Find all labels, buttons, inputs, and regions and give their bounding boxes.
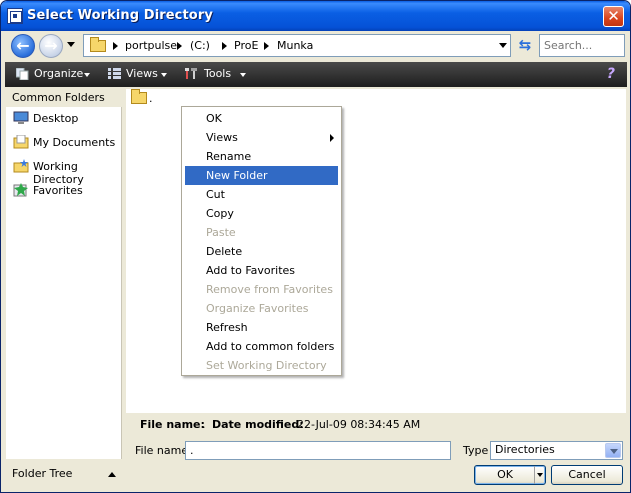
cancel-button[interactable]: Cancel [551, 465, 623, 485]
folder-icon [131, 89, 147, 104]
breadcrumb-proe[interactable]: ProE [234, 39, 258, 52]
help-icon[interactable]: ? [607, 66, 615, 82]
common-folder-favorites[interactable]: Favorites [33, 184, 83, 197]
submenu-arrow-icon [330, 134, 334, 142]
history-dropdown-icon[interactable] [67, 42, 75, 47]
common-folders-header[interactable]: Common Folders [6, 89, 122, 107]
window-title: Select Working Directory [27, 8, 213, 23]
breadcrumb-drive-c[interactable]: (C:) [190, 39, 210, 52]
tools-icon [185, 68, 197, 79]
breadcrumb-munka[interactable]: Munka [277, 39, 313, 52]
ok-dropdown-icon[interactable] [534, 466, 545, 484]
back-button[interactable]: ← [11, 34, 35, 58]
chevron-right-icon[interactable] [113, 42, 118, 50]
menu-item-new-folder[interactable]: New Folder [185, 166, 338, 185]
address-bar[interactable]: portpulse (C:) ProE Munka [83, 34, 511, 57]
file-name-label: File name: [135, 444, 192, 457]
menu-item-cut[interactable]: Cut [185, 185, 338, 204]
favorites-icon [13, 183, 28, 197]
views-menu[interactable]: Views [126, 67, 158, 80]
file-info-bar: File name: . Date modified: 22-Jul-09 08… [126, 415, 626, 435]
refresh-icon: ⇆ [518, 36, 532, 54]
address-toolbar: ← → portpulse (C:) ProE Munka ⇆ [5, 32, 627, 60]
forward-arrow-icon: → [44, 36, 58, 55]
chevron-right-icon[interactable] [222, 42, 227, 50]
title-bar[interactable]: Select Working Directory ✕ [1, 1, 630, 31]
context-menu: OK Views Rename New Folder Cut Copy Past… [181, 106, 342, 376]
working-directory-icon [13, 159, 29, 173]
app-icon [7, 8, 23, 24]
menu-item-refresh[interactable]: Refresh [185, 318, 338, 337]
close-icon: ✕ [607, 7, 620, 25]
menu-item-views[interactable]: Views [185, 128, 338, 147]
my-documents-icon [13, 135, 29, 149]
type-select[interactable]: Directories [490, 441, 623, 460]
menu-item-rename[interactable]: Rename [185, 147, 338, 166]
organize-menu[interactable]: Organize [34, 67, 83, 80]
info-date-modified-label: Date modified: [212, 418, 304, 431]
organize-icon [16, 68, 29, 80]
views-icon [108, 68, 121, 79]
common-folder-my-documents[interactable]: My Documents [33, 136, 115, 149]
breadcrumb-portpulse[interactable]: portpulse [125, 39, 177, 52]
chevron-down-icon[interactable] [605, 443, 621, 458]
file-item[interactable]: . [149, 92, 153, 105]
common-folders-panel: Common Folders Desktop My Documents Work… [6, 89, 122, 459]
menu-item-paste: Paste [206, 226, 236, 239]
info-date-modified-value: 22-Jul-09 08:34:45 AM [297, 418, 421, 431]
menu-item-set-working-directory: Set Working Directory [206, 359, 327, 372]
tools-menu[interactable]: Tools [204, 67, 231, 80]
info-file-name-value: . [202, 418, 206, 431]
forward-button[interactable]: → [39, 34, 63, 58]
ok-button[interactable]: OK [474, 465, 546, 485]
command-toolbar: Organize Views Tools ? [5, 62, 627, 87]
chevron-down-icon [240, 73, 246, 77]
chevron-up-icon [108, 472, 116, 477]
chevron-right-icon[interactable] [177, 42, 182, 50]
folder-tree-toggle[interactable]: Folder Tree [6, 461, 122, 489]
menu-item-views-label: Views [206, 131, 238, 144]
chevron-right-icon[interactable] [264, 42, 269, 50]
menu-item-copy[interactable]: Copy [185, 204, 338, 223]
menu-item-add-to-favorites[interactable]: Add to Favorites [185, 261, 338, 280]
menu-item-add-to-common-folders[interactable]: Add to common folders [185, 337, 338, 356]
file-name-input[interactable] [185, 441, 451, 460]
common-folder-working-directory[interactable]: Working Directory [33, 160, 121, 186]
menu-item-delete[interactable]: Delete [185, 242, 338, 261]
ok-button-label: OK [497, 468, 513, 481]
address-dropdown-icon[interactable] [499, 43, 507, 48]
search-input[interactable] [539, 34, 625, 57]
refresh-button[interactable]: ⇆ [513, 34, 537, 57]
info-file-name-label: File name: [140, 418, 205, 431]
close-button[interactable]: ✕ [603, 6, 624, 27]
chevron-down-icon [84, 73, 90, 77]
chevron-down-icon [161, 73, 167, 77]
menu-item-remove-from-favorites: Remove from Favorites [206, 283, 333, 296]
type-label: Type [463, 444, 489, 457]
type-select-value: Directories [495, 443, 555, 456]
dialog-window: Select Working Directory ✕ ← → portpulse… [0, 0, 631, 493]
folder-tree-label: Folder Tree [12, 467, 73, 480]
menu-item-organize-favorites: Organize Favorites [206, 302, 309, 315]
back-arrow-icon: ← [16, 36, 30, 55]
menu-item-ok[interactable]: OK [185, 109, 338, 128]
desktop-icon [13, 111, 29, 124]
common-folder-desktop[interactable]: Desktop [33, 112, 78, 125]
folder-icon [90, 37, 106, 52]
